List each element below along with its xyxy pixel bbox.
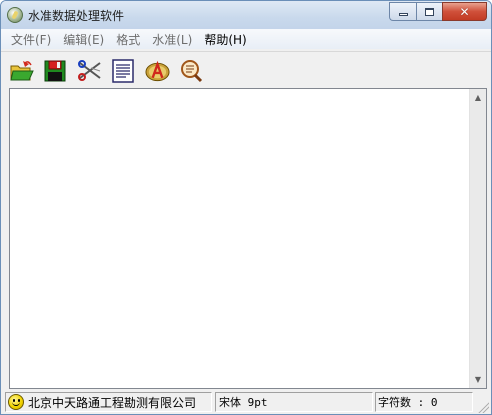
title-bar[interactable]: 水准数据处理软件 ✕ [1, 1, 491, 29]
menu-level[interactable]: 水准(L) [146, 31, 198, 48]
minimize-icon [398, 12, 408, 16]
scissors-cut-icon [77, 59, 101, 81]
cut-button[interactable] [76, 57, 103, 84]
text-editor[interactable] [10, 89, 470, 388]
font-button[interactable] [144, 57, 171, 84]
document-list-icon [111, 58, 134, 83]
status-panel-font: 宋体 9pt [215, 392, 373, 412]
status-panel-company: 北京中天路通工程勘测有限公司 [5, 392, 212, 412]
toolbar [1, 51, 491, 85]
resize-grip-icon[interactable] [477, 401, 489, 413]
open-button[interactable] [8, 57, 35, 84]
magnifier-document-icon [180, 59, 202, 82]
chevron-down-icon: ▼ [474, 375, 482, 384]
menu-format[interactable]: 格式 [110, 31, 146, 48]
close-icon: ✕ [459, 4, 470, 19]
maximize-icon [425, 7, 434, 16]
caption-buttons: ✕ [389, 2, 487, 21]
status-panel-char-count: 字符数 : 0 [375, 392, 473, 412]
window-title: 水准数据处理软件 [28, 9, 125, 23]
app-window: 水准数据处理软件 ✕ 文件(F) 编辑(E) 格式 水准(L) 帮助(H) ▲ … [0, 0, 492, 415]
menu-edit[interactable]: 编辑(E) [57, 31, 110, 48]
save-disk-icon [44, 60, 65, 81]
minimize-button[interactable] [389, 2, 416, 21]
char-count: 字符数 : 0 [378, 396, 438, 409]
menu-file[interactable]: 文件(F) [5, 31, 57, 48]
status-bar: 北京中天路通工程勘测有限公司 宋体 9pt 字符数 : 0 [1, 391, 491, 414]
font-info: 宋体 9pt [219, 396, 268, 409]
scroll-up-button[interactable]: ▲ [470, 89, 486, 106]
preview-button[interactable] [177, 57, 204, 84]
vertical-scrollbar[interactable]: ▲ ▼ [469, 89, 486, 388]
open-folder-icon [9, 60, 34, 80]
menu-help[interactable]: 帮助(H) [198, 31, 252, 48]
document-button[interactable] [109, 57, 136, 84]
chevron-up-icon: ▲ [474, 93, 482, 102]
maximize-button[interactable] [416, 2, 442, 21]
smiley-face-icon [8, 394, 24, 410]
editor-area: ▲ ▼ [9, 88, 487, 389]
company-name: 北京中天路通工程勘测有限公司 [28, 395, 197, 410]
save-button[interactable] [41, 57, 68, 84]
close-button[interactable]: ✕ [442, 2, 487, 21]
menu-bar: 文件(F) 编辑(E) 格式 水准(L) 帮助(H) [1, 29, 491, 49]
font-a-icon [145, 60, 170, 81]
scroll-down-button[interactable]: ▼ [470, 371, 486, 388]
app-logo-icon[interactable] [7, 7, 23, 23]
